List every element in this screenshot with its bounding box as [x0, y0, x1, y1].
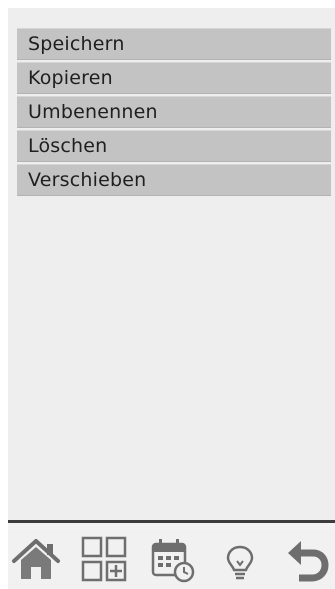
add-widget-button[interactable]: [76, 531, 132, 587]
grid-add-icon: [80, 535, 128, 583]
bottom-toolbar: [8, 529, 335, 589]
home-icon: [11, 537, 61, 581]
calendar-clock-icon: [148, 535, 196, 583]
home-button[interactable]: [8, 531, 64, 587]
tips-button[interactable]: [212, 531, 268, 587]
app-screen: Speichern Kopieren Umbenennen Löschen Ve…: [8, 8, 335, 589]
menu-item-copy[interactable]: Kopieren: [17, 62, 331, 94]
menu-item-rename[interactable]: Umbenennen: [17, 96, 331, 128]
lightbulb-icon: [220, 537, 260, 581]
undo-icon: [285, 535, 329, 583]
context-menu: Speichern Kopieren Umbenennen Löschen Ve…: [17, 28, 331, 198]
menu-item-move[interactable]: Verschieben: [17, 164, 331, 196]
back-button[interactable]: [279, 531, 335, 587]
menu-item-save[interactable]: Speichern: [17, 28, 331, 60]
menu-item-delete[interactable]: Löschen: [17, 130, 331, 162]
calendar-button[interactable]: [144, 531, 200, 587]
